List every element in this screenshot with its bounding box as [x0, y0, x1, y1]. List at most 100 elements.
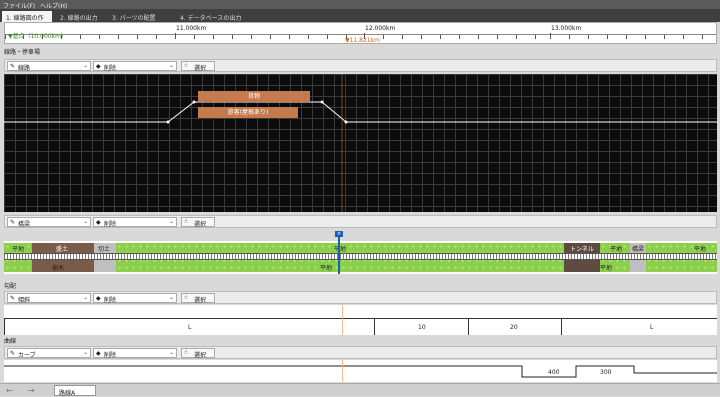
terrain-tool-label: 橋梁 — [18, 221, 31, 228]
hand-pointer-icon: ☝ — [184, 62, 188, 69]
chevron-down-icon: ⌄ — [168, 62, 174, 69]
chevron-down-icon: ⌄ — [82, 218, 88, 225]
terrain-label: 橋梁 — [632, 246, 645, 253]
gradient-boundary — [374, 318, 375, 335]
rail-track — [4, 253, 717, 260]
terrain-label: 樹木 — [52, 265, 65, 272]
terrain-mode-label: 削除 — [104, 221, 117, 228]
terrain-label: 平地 — [694, 246, 707, 253]
terrain-label: 平地 — [610, 246, 623, 253]
sheet-tab[interactable]: 路線A — [54, 385, 96, 397]
track-section-title: 線路・停車場 — [4, 49, 41, 56]
track-tool-label: 線路 — [18, 65, 31, 72]
eraser-icon: ◆ — [96, 219, 101, 226]
terrain-select-label: 選択 — [194, 221, 207, 228]
curve-value: 400 — [548, 369, 560, 376]
track-lines-svg — [4, 74, 717, 212]
tab-track-output[interactable]: 2. 線路の出力 — [56, 11, 106, 22]
gradient-value: L — [650, 324, 654, 331]
chevron-down-icon: ⌄ — [168, 294, 174, 301]
curve-select-button[interactable]: ☝ 選択 — [181, 348, 215, 359]
curve-select-label: 選択 — [194, 352, 207, 359]
terrain-tool-select[interactable]: ✎ 橋梁 ⌄ — [7, 217, 91, 228]
cursor-line — [342, 360, 343, 382]
track-select-button[interactable]: ☝ 選択 — [181, 61, 215, 72]
chevron-down-icon: ⌄ — [168, 218, 174, 225]
track-mode-label: 削除 — [104, 65, 117, 72]
cursor-position-label: ▼11.821km — [345, 37, 380, 44]
gradient-mode-select[interactable]: ◆ 削除 ⌄ — [93, 293, 177, 304]
gradient-line — [4, 318, 717, 319]
km-label-12: 12.000km — [365, 25, 396, 32]
chevron-down-icon: ⌄ — [82, 294, 88, 301]
tab-track-design[interactable]: 1. 線路図の作成 — [2, 11, 52, 31]
switch-point[interactable] — [166, 120, 170, 124]
gradient-value: L — [188, 324, 192, 331]
cursor-line — [342, 305, 343, 335]
curve-tool-select[interactable]: ✎ カーブ ⌄ — [7, 348, 91, 359]
terrain-label: 平地 — [320, 265, 333, 272]
gradient-value: 20 — [510, 324, 518, 331]
terrain-label: 平地 — [334, 246, 347, 253]
terrain-label: 盛土 — [56, 246, 69, 253]
back-arrow-icon[interactable]: ← — [6, 386, 13, 395]
platform-passenger[interactable]: 旅客(屋根あり) — [198, 107, 298, 118]
gradient-select-label: 選択 — [194, 297, 207, 304]
terrain-select-button[interactable]: ☝ 選択 — [181, 217, 215, 228]
footer-bar: ← → 路線A — [0, 383, 720, 397]
hand-pointer-icon: ☝ — [184, 218, 188, 225]
terrain-label: トンネル — [570, 246, 594, 253]
tab-database[interactable]: 4. データベースの出力 — [176, 11, 256, 22]
platform-freight[interactable]: 貨物 — [198, 91, 310, 102]
track-mode-select[interactable]: ◆ 削除 ⌄ — [93, 61, 177, 72]
cursor-handle-icon[interactable]: × — [335, 231, 343, 237]
eraser-icon: ◆ — [96, 350, 101, 357]
pencil-icon: ✎ — [10, 350, 16, 357]
switch-point[interactable] — [320, 100, 324, 104]
gradient-toolbar: ✎ 傾斜 ⌄ ◆ 削除 ⌄ ☝ 選択 — [4, 291, 717, 304]
switch-point[interactable] — [192, 100, 196, 104]
curve-mode-label: 削除 — [104, 352, 117, 359]
chevron-down-icon: ⌄ — [82, 62, 88, 69]
menu-bar: ファイル(F) ヘルプ(H) — [0, 0, 720, 10]
gradient-select-button[interactable]: ☝ 選択 — [181, 293, 215, 304]
gradient-boundary — [468, 318, 469, 335]
tab-parts[interactable]: 3. パーツの配置 — [108, 11, 170, 22]
km-label-11: 11.000km — [176, 25, 207, 32]
pencil-icon: ✎ — [10, 295, 16, 302]
km-label-13: 13.000km — [551, 25, 582, 32]
curve-profile[interactable]: 400 300 — [4, 360, 717, 382]
siding-exit-line[interactable] — [321, 101, 347, 123]
chevron-down-icon: ⌄ — [168, 349, 174, 356]
gradient-tool-select[interactable]: ✎ 傾斜 ⌄ — [7, 293, 91, 304]
forward-arrow-icon[interactable]: → — [28, 386, 35, 395]
curve-tool-label: カーブ — [18, 352, 36, 359]
switch-point[interactable] — [344, 120, 348, 124]
siding-entry-line[interactable] — [167, 101, 195, 123]
chevron-down-icon: ⌄ — [82, 349, 88, 356]
track-tool-select[interactable]: ✎ 線路 ⌄ — [7, 61, 91, 72]
gradient-tool-label: 傾斜 — [18, 297, 31, 304]
track-grid-canvas[interactable]: 貨物 旅客(屋根あり) — [4, 74, 717, 212]
tab-bar: 1. 線路図の作成 2. 線路の出力 3. パーツの配置 4. データベースの出… — [0, 9, 720, 31]
eraser-icon: ◆ — [96, 295, 101, 302]
terrain-mode-select[interactable]: ◆ 削除 ⌄ — [93, 217, 177, 228]
gradient-value: 10 — [418, 324, 426, 331]
eraser-icon: ◆ — [96, 63, 101, 70]
terrain-toolbar: ✎ 橋梁 ⌄ ◆ 削除 ⌄ ☝ 選択 — [4, 215, 717, 228]
hand-pointer-icon: ☝ — [184, 349, 188, 356]
track-select-label: 選択 — [194, 65, 207, 72]
cursor-marker[interactable] — [338, 233, 340, 274]
curve-section-title: 曲線 — [4, 338, 17, 345]
gradient-boundary — [561, 318, 562, 335]
curve-mode-select[interactable]: ◆ 削除 ⌄ — [93, 348, 177, 359]
gradient-section-title: 勾配 — [4, 283, 17, 290]
terrain-label: 平地 — [600, 265, 613, 272]
km-ruler[interactable]: 11.000km 12.000km 13.000km ▼基点（10.000km）… — [4, 22, 717, 44]
start-point-label: ▼基点（10.000km） — [8, 33, 67, 40]
terrain-strip[interactable]: 平地 盛土 切土 樹木 平地 平地 トンネル 平地 橋梁 平地 平地 × — [4, 231, 717, 274]
curve-value: 300 — [600, 369, 612, 376]
terrain-label: 平地 — [12, 246, 25, 253]
gradient-profile[interactable]: L 10 20 L — [4, 305, 717, 335]
curve-toolbar: ✎ カーブ ⌄ ◆ 削除 ⌄ ☝ 選択 — [4, 346, 717, 359]
